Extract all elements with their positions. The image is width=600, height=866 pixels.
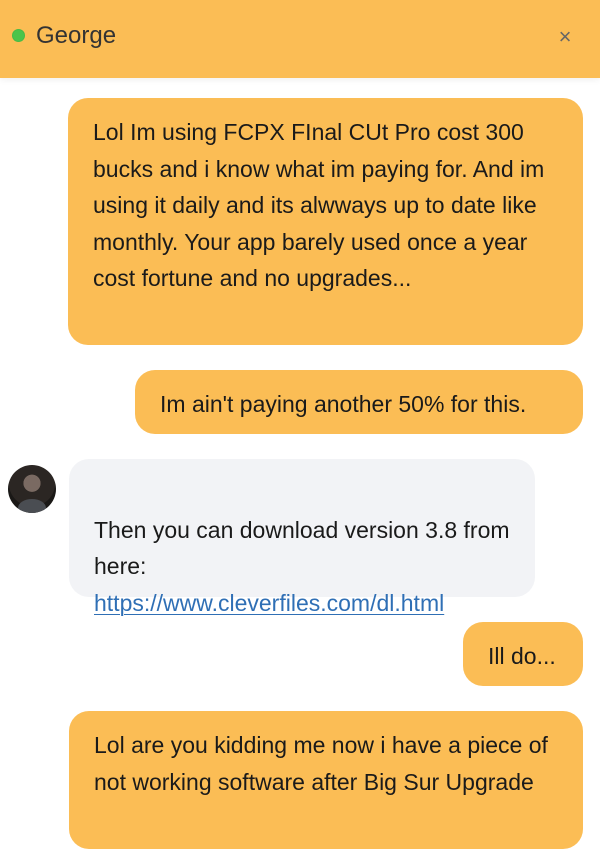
chat-header: George × — [0, 0, 600, 78]
message-bubble-outgoing: Im ain't paying another 50% for this. — [135, 370, 583, 434]
message-bubble-incoming: Then you can download version 3.8 from h… — [69, 459, 535, 616]
close-icon[interactable]: × — [550, 22, 580, 52]
download-link[interactable]: https://www.cleverfiles.com/dl.html — [94, 585, 513, 622]
message-thread: Lol Im using FCPX FInal CUt Pro cost 300… — [0, 78, 600, 866]
message-text: Then you can download version 3.8 from h… — [94, 516, 510, 580]
contact-name: George — [36, 22, 117, 49]
user-avatar — [8, 465, 56, 513]
online-status-icon — [12, 29, 25, 42]
message-bubble-outgoing: Lol are you kidding me now i have a piec… — [69, 711, 583, 849]
message-bubble-outgoing: Lol Im using FCPX FInal CUt Pro cost 300… — [68, 98, 583, 345]
message-bubble-outgoing: Ill do... — [463, 622, 583, 686]
